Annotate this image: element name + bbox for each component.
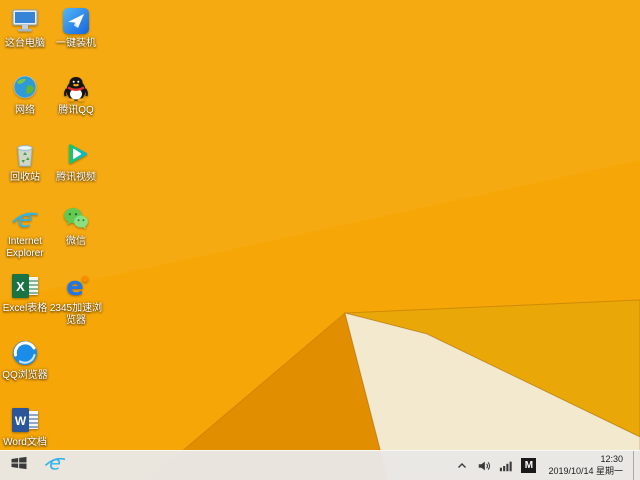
- excel-icon: X: [10, 271, 40, 301]
- desktop-icon-2345-browser[interactable]: e 2345加速浏览器: [48, 271, 104, 327]
- icon-label: 微信: [66, 236, 86, 247]
- svg-text:e: e: [18, 205, 33, 233]
- system-tray: M 12:30 2019/10/14 星期一: [455, 451, 633, 480]
- globe-icon: [10, 73, 40, 103]
- icon-label: 这台电脑: [5, 38, 45, 49]
- icon-label: Excel表格: [2, 303, 48, 314]
- qq-browser-icon: [10, 338, 40, 368]
- paper-plane-icon: [61, 6, 91, 36]
- wechat-icon: [61, 204, 91, 234]
- icon-label: 回收站: [10, 172, 40, 183]
- svg-text:X: X: [16, 279, 25, 294]
- desktop-icon-this-pc[interactable]: 这台电脑: [0, 6, 53, 50]
- show-desktop-button[interactable]: [633, 451, 640, 480]
- svg-text:e: e: [49, 451, 61, 474]
- icon-label: Internet Explorer: [6, 236, 44, 259]
- icon-label: 网络: [15, 105, 35, 116]
- taskbar-clock[interactable]: 12:30 2019/10/14 星期一: [544, 454, 627, 477]
- ie-icon: e: [43, 451, 67, 480]
- clock-time: 12:30: [600, 453, 623, 464]
- desktop-icon-tencent-qq[interactable]: 腾讯QQ: [48, 73, 104, 117]
- icon-label: 腾讯视频: [56, 172, 96, 183]
- word-icon: W: [10, 405, 40, 435]
- taskbar-internet-explorer[interactable]: e: [38, 451, 72, 480]
- network-status-icon[interactable]: [499, 459, 513, 473]
- desktop-icon-wechat[interactable]: 微信: [48, 204, 104, 248]
- desktop-icon-excel[interactable]: X Excel表格: [0, 271, 53, 315]
- desktop-icon-word[interactable]: W Word文档: [0, 405, 53, 449]
- icon-label: QQ浏览器: [2, 370, 48, 381]
- desktop-icon-tencent-video[interactable]: 腾讯视频: [48, 140, 104, 184]
- desktop-icon-network[interactable]: 网络: [0, 73, 53, 117]
- desktop: 这台电脑 网络 回收站 e Internet Explorer X Excel表…: [0, 0, 640, 480]
- windows-logo-icon: [9, 453, 29, 478]
- volume-icon[interactable]: [477, 459, 491, 473]
- play-icon: [61, 140, 91, 170]
- clock-date: 2019/10/14 星期一: [548, 465, 623, 476]
- qq-penguin-icon: [61, 73, 91, 103]
- ie-icon: e: [10, 204, 40, 234]
- ime-indicator[interactable]: M: [521, 458, 537, 473]
- desktop-icon-one-key-install[interactable]: 一键装机: [48, 6, 104, 50]
- icon-label: 腾讯QQ: [58, 105, 94, 116]
- icon-label: 2345加速浏览器: [49, 303, 103, 326]
- show-hidden-icons-button[interactable]: [455, 459, 469, 473]
- svg-text:W: W: [15, 414, 27, 428]
- desktop-icon-qq-browser[interactable]: QQ浏览器: [0, 338, 53, 382]
- taskbar: e M 12:30 2019/10/14 星期一: [0, 450, 640, 480]
- browser-e-icon: e: [61, 271, 91, 301]
- desktop-icon-recycle-bin[interactable]: 回收站: [0, 140, 53, 184]
- desktop-icon-internet-explorer[interactable]: e Internet Explorer: [0, 204, 53, 260]
- icon-label: 一键装机: [56, 38, 96, 49]
- icon-label: Word文档: [3, 437, 47, 448]
- svg-text:e: e: [66, 272, 84, 301]
- computer-icon: [10, 6, 40, 36]
- start-button[interactable]: [0, 451, 38, 480]
- recycle-bin-icon: [10, 140, 40, 170]
